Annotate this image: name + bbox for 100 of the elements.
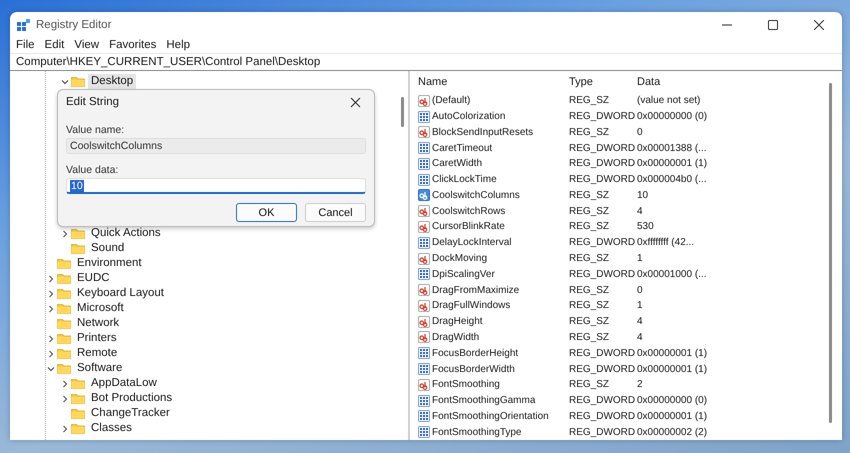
tree-item[interactable]: Keyboard Layout (74, 286, 167, 301)
column-header[interactable]: Data (637, 76, 842, 88)
column-header[interactable]: Name (418, 76, 569, 88)
value-type: REG_SZ (569, 126, 610, 138)
app-icon (17, 18, 30, 30)
value-name[interactable]: BlockSendInputResets (432, 126, 534, 138)
value-name[interactable]: CoolswitchColumns (432, 190, 520, 201)
value-name[interactable]: FocusBorderHeight (432, 348, 518, 359)
value-data: 10 (637, 190, 650, 201)
folder-icon (71, 76, 85, 87)
value-type: REG_DWORD (569, 395, 636, 406)
value-data: 4 (637, 332, 644, 343)
folder-icon (57, 348, 71, 359)
folder-icon (57, 303, 71, 314)
folder-icon (57, 318, 71, 329)
tree-item[interactable]: Network (74, 316, 122, 331)
value-name-field[interactable]: CoolswitchColumns (66, 138, 366, 154)
dialog-title: Edit String (66, 96, 120, 108)
value-name[interactable]: FontSmoothingGamma (432, 395, 536, 406)
value-name[interactable]: FocusBorderWidth (432, 364, 515, 375)
menu-item[interactable]: Help (166, 38, 190, 50)
folder-icon (57, 273, 71, 284)
value-type: REG_DWORD (569, 111, 636, 122)
value-data: 0 (637, 284, 644, 296)
folder-icon (57, 288, 71, 299)
value-data: 0 (637, 126, 644, 138)
address-bar[interactable]: Computer\HKEY_CURRENT_USER\Control Panel\Desktop (10, 53, 842, 71)
value-name[interactable]: CaretTimeout (432, 142, 492, 154)
value-name[interactable]: DragWidth (432, 332, 480, 343)
value-data: 530 (637, 221, 655, 232)
menu-item[interactable]: View (74, 38, 100, 50)
value-name[interactable]: FontSmoothingType (432, 426, 522, 438)
tree-item[interactable]: AppDataLow (88, 376, 160, 391)
value-name[interactable]: AutoColorization (432, 111, 506, 122)
tree-item[interactable]: Microsoft (74, 301, 127, 316)
tree-item[interactable]: Quick Actions (88, 226, 164, 241)
value-data: 0x00000000 (0) (637, 395, 708, 406)
folder-icon (71, 393, 85, 404)
value-type: REG_SZ (569, 332, 610, 343)
value-name[interactable]: CursorBlinkRate (432, 221, 505, 232)
value-type: REG_SZ (569, 379, 610, 390)
value-name[interactable]: DragFromMaximize (432, 284, 520, 296)
tree-item[interactable]: Printers (74, 331, 120, 346)
value-type: REG_DWORD (569, 426, 636, 438)
value-name[interactable]: DragHeight (432, 316, 483, 328)
tree-item[interactable]: Desktop (88, 74, 136, 89)
value-type: REG_DWORD (569, 158, 636, 170)
folder-icon (57, 333, 71, 344)
value-data: 4 (637, 316, 644, 328)
close-icon (350, 96, 360, 108)
scrollbar-thumb[interactable] (829, 83, 832, 423)
value-data-field[interactable]: 10 (66, 178, 366, 194)
value-type: REG_SZ (569, 221, 610, 232)
value-name[interactable]: DockMoving (432, 253, 488, 264)
folder-icon (71, 423, 85, 434)
tree-item[interactable]: Remote (74, 346, 120, 361)
value-name[interactable]: DragFullWindows (432, 300, 510, 312)
folder-icon (71, 408, 85, 419)
folder-icon (57, 363, 71, 374)
value-type: REG_SZ (569, 206, 610, 217)
column-header[interactable]: Type (569, 76, 637, 88)
value-data: 0x00000001 (1) (637, 348, 708, 359)
value-data: 0x000004b0 (... (637, 174, 708, 186)
value-name[interactable]: FontSmoothingOrientation (432, 410, 549, 422)
value-name[interactable]: CaretWidth (432, 158, 482, 170)
value-data: 0x00000001 (1) (637, 158, 708, 170)
tree-item[interactable]: Environment (74, 256, 145, 271)
dialog-button[interactable]: OK (236, 203, 297, 222)
value-type: REG_SZ (569, 190, 610, 201)
value-data: 0x00000002 (2) (637, 426, 708, 438)
tree-item[interactable]: Bot Productions (88, 391, 176, 406)
value-type: REG_SZ (569, 300, 610, 312)
tree-item[interactable]: EUDC (74, 271, 113, 286)
menu-item[interactable]: Favorites (109, 38, 156, 50)
value-type: REG_DWORD (569, 142, 636, 154)
scrollbar-thumb[interactable] (401, 97, 404, 127)
folder-icon (71, 378, 85, 389)
value-name[interactable]: (Default) (432, 95, 470, 106)
folder-icon (71, 228, 85, 239)
tree-item[interactable]: Sound (88, 241, 128, 256)
value-data: 0x00001000 (... (637, 268, 708, 280)
dialog-button[interactable]: Cancel (305, 203, 366, 222)
value-data: 0x00000001 (1) (637, 410, 708, 422)
value-type: REG_SZ (569, 284, 610, 296)
menu-item[interactable]: File (16, 38, 35, 50)
value-name[interactable]: FontSmoothing (432, 379, 500, 390)
value-data: 4 (637, 206, 644, 217)
value-name[interactable]: ClickLockTime (432, 174, 497, 186)
value-name[interactable]: DpiScalingVer (432, 268, 495, 280)
value-data: 1 (637, 300, 644, 312)
tree-item[interactable]: ChangeTracker (88, 406, 173, 421)
tree-item[interactable]: Software (74, 361, 126, 376)
menu-item[interactable]: Edit (44, 38, 64, 50)
value-data: 1 (637, 253, 644, 264)
value-type: REG_DWORD (569, 410, 636, 422)
value-name[interactable]: CoolswitchRows (432, 206, 506, 217)
tree-item[interactable]: Classes (88, 421, 135, 436)
value-type: REG_DWORD (569, 268, 636, 280)
value-name[interactable]: DelayLockInterval (432, 237, 512, 248)
value-type: REG_SZ (569, 95, 610, 106)
